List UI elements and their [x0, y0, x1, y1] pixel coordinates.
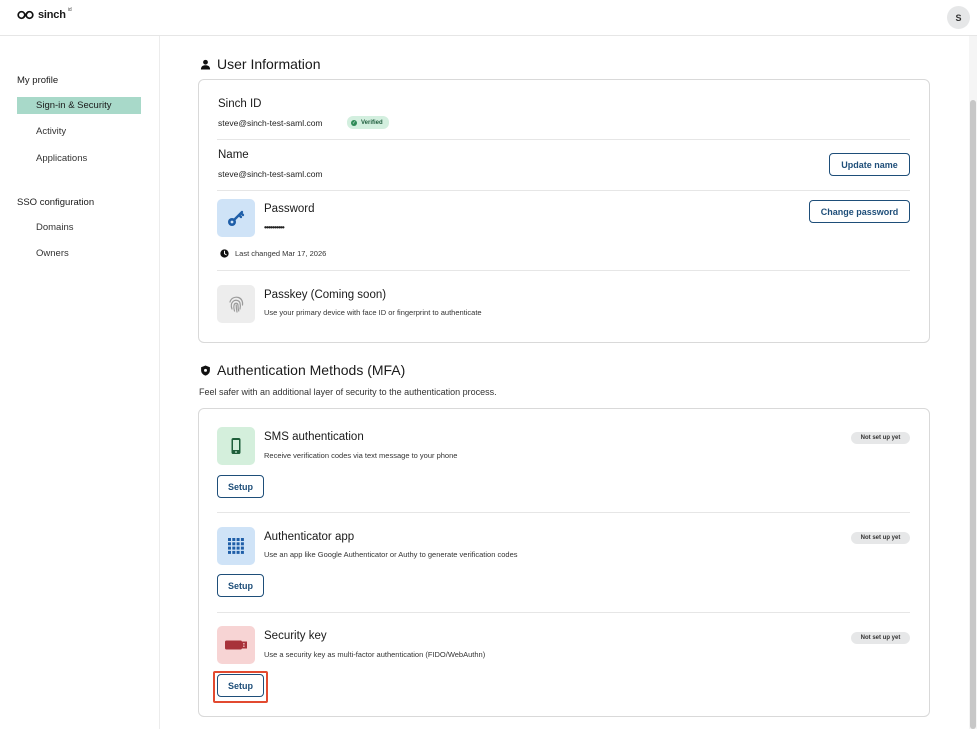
change-password-button[interactable]: Change password: [809, 200, 910, 223]
status-badge: Not set up yet: [851, 532, 910, 544]
verified-badge-label: Verified: [361, 119, 383, 126]
sms-setup-button[interactable]: Setup: [217, 475, 264, 498]
keypad-icon: [228, 538, 244, 554]
password-label: Password: [264, 203, 315, 215]
check-icon: ✓: [351, 119, 357, 126]
mfa-method-description: Use an app like Google Authenticator or …: [264, 550, 518, 559]
sidebar-item-domains[interactable]: Domains: [17, 219, 141, 236]
mfa-heading: Authentication Methods (MFA): [200, 362, 405, 378]
sidebar-item-sign-in-security[interactable]: Sign-in & Security: [17, 97, 141, 114]
key-icon: [228, 210, 245, 226]
section-title: User Information: [217, 56, 321, 72]
mfa-method-description: Use a security key as multi-factor authe…: [264, 650, 486, 659]
password-masked-value: ••••••••••: [264, 222, 285, 232]
sidebar-item-owners[interactable]: Owners: [17, 245, 141, 262]
passkey-icon-tile: [217, 285, 255, 323]
sidebar-heading-sso-configuration: SSO configuration: [17, 197, 95, 208]
usb-key-icon: [225, 640, 247, 650]
password-last-changed: Last changed Mar 17, 2026: [235, 249, 327, 258]
sidebar-item-activity[interactable]: Activity: [17, 123, 141, 140]
user-avatar[interactable]: S: [947, 6, 970, 29]
divider: [217, 512, 910, 513]
name-label: Name: [218, 149, 249, 161]
sms-icon-tile: [217, 427, 255, 465]
status-badge: Not set up yet: [851, 632, 910, 644]
status-badge: Not set up yet: [851, 432, 910, 444]
passkey-label: Passkey (Coming soon): [264, 289, 387, 301]
security-key-setup-button[interactable]: Setup: [217, 674, 264, 697]
sidebar-item-applications[interactable]: Applications: [17, 150, 141, 167]
verified-badge: ✓ Verified: [347, 116, 389, 129]
divider: [217, 612, 910, 613]
sidebar-heading-my-profile: My profile: [17, 75, 59, 86]
sinch-id-label: Sinch ID: [218, 98, 262, 110]
update-name-button[interactable]: Update name: [829, 153, 910, 176]
user-information-heading: User Information: [200, 56, 320, 72]
mfa-method-name: Authenticator app: [264, 531, 355, 543]
mfa-method-name: SMS authentication: [264, 431, 364, 443]
sinch-id-value: steve@sinch-test-saml.com: [218, 118, 323, 128]
mfa-method-description: Receive verification codes via text mess…: [264, 451, 458, 460]
passkey-description: Use your primary device with face ID or …: [264, 308, 482, 317]
divider: [217, 270, 910, 271]
password-icon-tile: [217, 199, 255, 237]
authenticator-setup-button[interactable]: Setup: [217, 574, 264, 597]
shield-icon: [201, 364, 210, 376]
top-bar: sinch id S: [0, 0, 977, 36]
sinch-logo-icon: [17, 10, 34, 20]
security-key-icon-tile: [217, 626, 255, 664]
authenticator-icon-tile: [217, 527, 255, 565]
scrollbar-thumb[interactable]: [970, 100, 976, 729]
clock-icon: [220, 249, 229, 258]
mfa-method-name: Security key: [264, 630, 327, 642]
sinch-logo[interactable]: sinch id: [17, 7, 72, 21]
brand-superscript: id: [67, 7, 72, 13]
mfa-description: Feel safer with an additional layer of s…: [199, 387, 497, 397]
brand-name: sinch: [38, 9, 66, 21]
sidebar: My profile Sign-in & Security Activity A…: [0, 36, 160, 729]
user-icon: [200, 59, 211, 70]
phone-icon: [231, 438, 241, 454]
name-value: steve@sinch-test-saml.com: [218, 169, 323, 179]
divider: [217, 139, 910, 140]
fingerprint-icon: [229, 296, 244, 313]
divider: [217, 190, 910, 191]
section-title: Authentication Methods (MFA): [217, 362, 406, 378]
